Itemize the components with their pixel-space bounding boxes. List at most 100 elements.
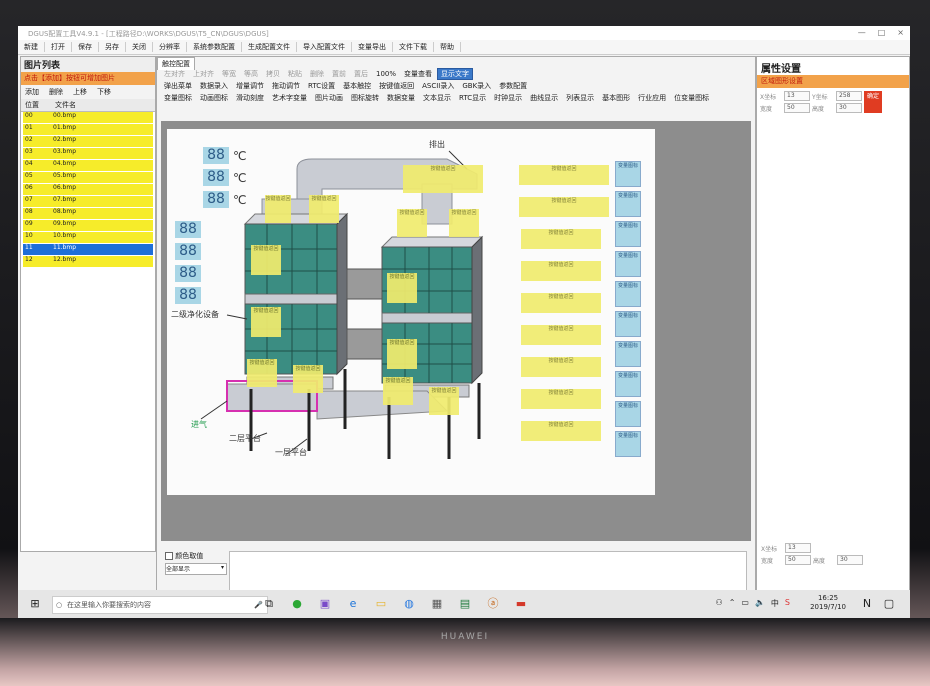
button-value-return-widget[interactable]: 按键值返回 [251, 307, 281, 337]
tool-align-7[interactable]: 置前 [329, 69, 349, 79]
input-language[interactable]: 中 [771, 598, 779, 609]
button-value-return-widget[interactable]: 按键值返回 [293, 365, 323, 393]
button-value-return-widget[interactable]: 按键值返回 [251, 245, 281, 275]
tool-display-6[interactable]: 数据变量 [384, 93, 418, 103]
temperature-display[interactable]: 88 [175, 287, 201, 304]
list-item[interactable]: 11 11.bmp [23, 244, 153, 256]
variable-icon-widget[interactable]: 变量图标 [615, 341, 641, 367]
button-value-return-widget[interactable]: 按键值返回 [521, 389, 601, 409]
menu-save[interactable]: 保存 [72, 42, 99, 52]
color-pick-option[interactable]: 颜色取值 [165, 551, 203, 561]
taskbar-search[interactable]: ○ 在这里输入你要搜索的内容 🎤 [52, 596, 268, 614]
tool-touch-5[interactable]: 基本触控 [340, 81, 374, 91]
close-button[interactable]: × [897, 28, 904, 37]
button-value-return-widget[interactable]: 按键值返回 [387, 339, 417, 369]
button-value-return-widget[interactable]: 按键值返回 [429, 387, 459, 415]
list-item[interactable]: 00 00.bmp [23, 112, 153, 124]
button-value-return-widget[interactable]: 按键值返回 [519, 197, 609, 217]
list-item[interactable]: 04 04.bmp [23, 160, 153, 172]
move-up-button[interactable]: 上移 [73, 87, 87, 97]
tool-touch-0[interactable]: 弹出菜单 [161, 81, 195, 91]
menu-save-as[interactable]: 另存 [99, 42, 126, 52]
dgus-app-icon[interactable]: ▬ [514, 597, 528, 611]
button-value-return-widget[interactable]: 按键值返回 [397, 209, 427, 237]
temperature-display[interactable]: 88 [175, 265, 201, 282]
list-item[interactable]: 08 08.bmp [23, 208, 153, 220]
taskbar-clock[interactable]: 16:25 2019/7/10 [810, 594, 846, 612]
bottom-x-input[interactable]: 13 [785, 543, 811, 553]
tool-touch-9[interactable]: 参数配置 [496, 81, 530, 91]
y-input[interactable]: 258 [836, 91, 862, 101]
button-value-return-widget[interactable]: 按键值返回 [521, 325, 601, 345]
tool-align-4[interactable]: 拷贝 [263, 69, 283, 79]
button-value-return-widget[interactable]: 按键值返回 [521, 357, 601, 377]
temperature-display[interactable]: 88 [203, 169, 229, 186]
column-filename[interactable]: 文件名 [43, 99, 80, 111]
network-icon[interactable]: ▭ [741, 598, 749, 609]
variable-icon-widget[interactable]: 变量图标 [615, 371, 641, 397]
button-value-return-widget[interactable]: 按键值返回 [383, 377, 413, 405]
edge-browser-icon[interactable]: e [346, 597, 360, 611]
menu-export-vars[interactable]: 变量导出 [352, 42, 393, 52]
tool-display-14[interactable]: 位变量图标 [671, 93, 712, 103]
button-value-return-widget[interactable]: 按键值返回 [521, 229, 601, 249]
variable-icon-widget[interactable]: 变量图标 [615, 191, 641, 217]
menu-help[interactable]: 帮助 [434, 42, 461, 52]
button-value-return-widget[interactable]: 按键值返回 [265, 195, 291, 223]
tool-align-3[interactable]: 等高 [241, 69, 261, 79]
tool-display-9[interactable]: 时钟显示 [491, 93, 525, 103]
design-canvas[interactable]: 88 88 88 88 88 88 88 ℃ ℃ ℃ 排出 二级净化设备 进气 二层平台 一层平台 按键值返回… [167, 129, 655, 495]
chevron-up-icon[interactable]: ⌃ [729, 598, 736, 609]
button-value-return-widget[interactable]: 按键值返回 [247, 359, 277, 387]
variable-icon-widget[interactable]: 变量图标 [615, 281, 641, 307]
list-item[interactable]: 09 09.bmp [23, 220, 153, 232]
menu-open[interactable]: 打开 [45, 42, 72, 52]
button-value-return-widget[interactable]: 按键值返回 [449, 209, 479, 237]
tool-align-1[interactable]: 上对齐 [190, 69, 217, 79]
huawei-share-icon[interactable]: N [860, 597, 874, 611]
list-item[interactable]: 06 06.bmp [23, 184, 153, 196]
variable-icon-widget[interactable]: 变量图标 [615, 221, 641, 247]
app-a-icon[interactable]: ⓐ [486, 597, 500, 611]
properties-textbox[interactable] [229, 551, 747, 591]
variable-icon-widget[interactable]: 变量图标 [615, 311, 641, 337]
save-disk-icon[interactable]: ▣ [318, 597, 332, 611]
tool-align-2[interactable]: 等宽 [219, 69, 239, 79]
tool-align-11[interactable]: 显示文字 [437, 68, 474, 80]
x-input[interactable]: 13 [784, 91, 810, 101]
tool-display-5[interactable]: 图标旋转 [348, 93, 382, 103]
variable-icon-widget[interactable]: 变量图标 [615, 401, 641, 427]
calculator-icon[interactable]: ▦ [430, 597, 444, 611]
button-value-return-widget[interactable]: 按键值返回 [521, 293, 601, 313]
menu-generate-config[interactable]: 生成配置文件 [242, 42, 297, 52]
column-position[interactable]: 位置 [21, 99, 43, 111]
tool-touch-4[interactable]: RTC设置 [305, 81, 338, 91]
tool-align-5[interactable]: 粘贴 [285, 69, 305, 79]
confirm-button[interactable]: 确定 [864, 91, 882, 113]
temperature-display[interactable]: 88 [203, 191, 229, 208]
temperature-display[interactable]: 88 [203, 147, 229, 164]
tool-display-10[interactable]: 曲线显示 [527, 93, 561, 103]
button-value-return-widget[interactable]: 按键值返回 [387, 273, 417, 303]
move-down-button[interactable]: 下移 [97, 87, 111, 97]
temperature-display[interactable]: 88 [175, 221, 201, 238]
tool-display-13[interactable]: 行业应用 [635, 93, 669, 103]
variable-icon-widget[interactable]: 变量图标 [615, 161, 641, 187]
height-input[interactable]: 30 [836, 103, 862, 113]
delete-image-button[interactable]: 删除 [49, 87, 63, 97]
button-value-return-widget[interactable]: 按键值返回 [309, 195, 339, 223]
tool-align-9[interactable]: 100% [373, 70, 399, 78]
menu-new[interactable]: 新建 [18, 42, 45, 52]
wechat-icon[interactable]: ● [290, 597, 304, 611]
tool-touch-1[interactable]: 数据录入 [197, 81, 231, 91]
list-item[interactable]: 01 01.bmp [23, 124, 153, 136]
list-item[interactable]: 07 07.bmp [23, 196, 153, 208]
tool-touch-2[interactable]: 增量调节 [233, 81, 267, 91]
ie-browser-icon[interactable]: ◍ [402, 597, 416, 611]
volume-icon[interactable]: 🔈 [755, 598, 765, 609]
width-input[interactable]: 50 [784, 103, 810, 113]
excel-icon[interactable]: ▤ [458, 597, 472, 611]
file-explorer-icon[interactable]: ▭ [374, 597, 388, 611]
menu-import-config[interactable]: 导入配置文件 [297, 42, 352, 52]
tool-align-6[interactable]: 删除 [307, 69, 327, 79]
